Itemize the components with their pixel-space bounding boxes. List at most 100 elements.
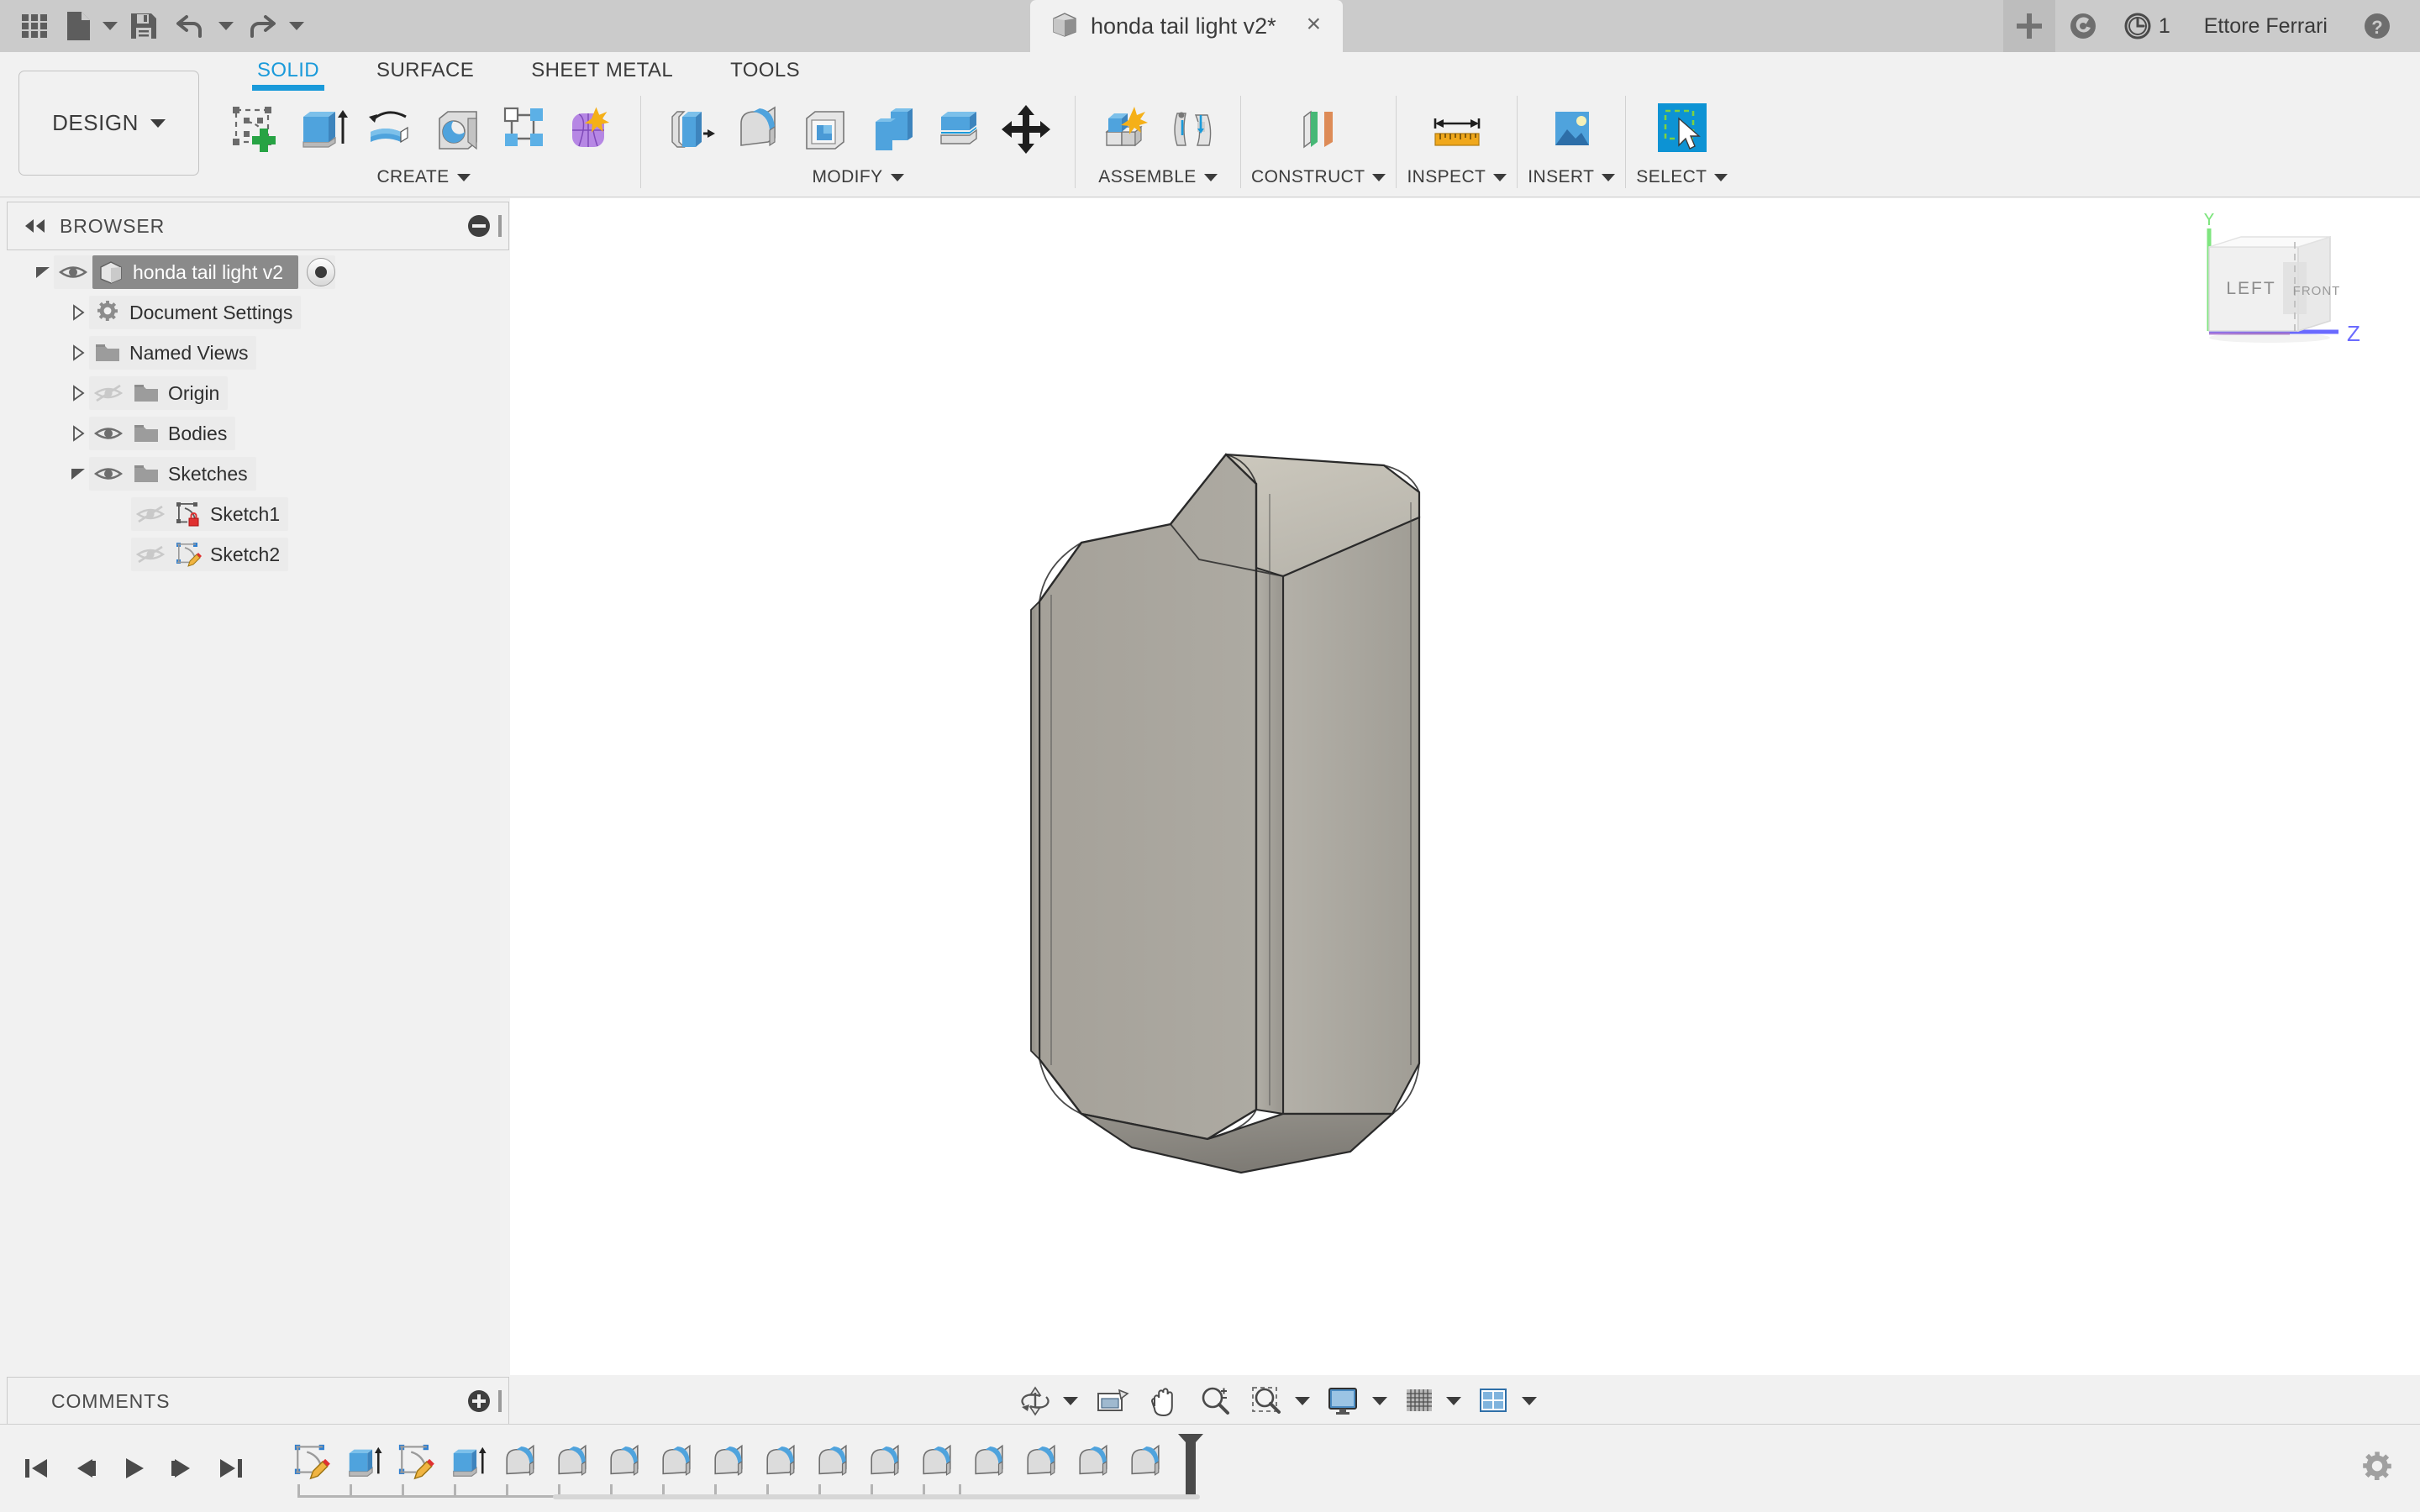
timeline-extrude-icon[interactable] (338, 1432, 390, 1491)
split-face-icon[interactable] (927, 96, 991, 163)
move-copy-icon[interactable] (994, 96, 1058, 163)
panel-modify-label[interactable]: MODIFY (812, 167, 904, 187)
tree-node-named-views[interactable]: Named Views (7, 333, 509, 373)
comments-panel-header[interactable]: COMMENTS (7, 1377, 509, 1425)
undo-icon[interactable] (166, 2, 215, 50)
model-3d[interactable] (510, 198, 2420, 1375)
revolve-icon[interactable] (358, 96, 422, 163)
zoom-icon[interactable] (1189, 1375, 1241, 1427)
tab-tools[interactable]: TOOLS (702, 52, 829, 94)
step-forward-icon[interactable] (158, 1441, 207, 1496)
timeline-fillet-icon[interactable] (702, 1432, 755, 1491)
timeline-extrude-icon[interactable] (442, 1432, 494, 1491)
save-icon[interactable] (121, 2, 166, 50)
expand-toggle-named-views[interactable] (67, 344, 89, 361)
extensions-icon[interactable] (2055, 0, 2111, 52)
tab-sheet-metal[interactable]: SHEET METAL (502, 52, 702, 94)
panel-insert-label[interactable]: INSERT (1528, 167, 1616, 187)
new-file-dropdown-icon[interactable] (99, 2, 121, 50)
orbit-icon[interactable] (1009, 1375, 1061, 1427)
measure-icon[interactable] (1422, 96, 1492, 163)
root-component-chip[interactable]: honda tail light v2 (92, 255, 299, 289)
timeline-fillet-icon[interactable] (650, 1432, 702, 1491)
panel-inspect-label[interactable]: INSPECT (1407, 167, 1507, 187)
viewport-canvas[interactable]: Y Z LEFT FRONT (510, 198, 2420, 1375)
panel-resize-grip[interactable] (498, 215, 502, 237)
expand-toggle-sketches[interactable] (67, 467, 89, 480)
timeline-sketch-icon[interactable] (286, 1432, 338, 1491)
combine-icon[interactable] (860, 96, 923, 163)
workspace-selector[interactable]: DESIGN (18, 71, 199, 176)
go-to-beginning-icon[interactable] (12, 1441, 60, 1496)
app-grid-icon[interactable] (12, 2, 57, 50)
viewports-icon[interactable] (1468, 1375, 1520, 1427)
orbit-dropdown-icon[interactable] (1061, 1397, 1085, 1405)
grid-dropdown-icon[interactable] (1444, 1397, 1468, 1405)
visibility-toggle-sketch2[interactable] (131, 544, 170, 564)
tree-node-origin[interactable]: Origin (7, 373, 509, 413)
display-settings-icon[interactable] (1317, 1375, 1370, 1427)
shell-icon[interactable] (792, 96, 856, 163)
timeline-fillet-icon[interactable] (1015, 1432, 1067, 1491)
create-sketch-icon[interactable] (224, 96, 287, 163)
activate-component-radio[interactable] (307, 258, 336, 286)
go-to-end-icon[interactable] (207, 1441, 255, 1496)
panel-create-label[interactable]: CREATE (376, 167, 471, 187)
tab-solid[interactable]: SOLID (229, 52, 348, 94)
collapse-left-icon[interactable] (8, 218, 60, 234)
rectangular-pattern-icon[interactable] (492, 96, 556, 163)
tree-node-document-settings[interactable]: Document Settings (7, 292, 509, 333)
help-icon[interactable]: ? (2349, 0, 2405, 52)
timeline-fillet-icon[interactable] (963, 1432, 1015, 1491)
new-file-icon[interactable] (57, 2, 99, 50)
timeline-fillet-icon[interactable] (494, 1432, 546, 1491)
visibility-toggle-root[interactable] (54, 263, 92, 281)
press-pull-icon[interactable] (658, 96, 722, 163)
viewports-dropdown-icon[interactable] (1520, 1397, 1544, 1405)
new-tab-button[interactable] (2002, 0, 2055, 52)
timeline-settings-button[interactable] (2360, 1451, 2420, 1486)
insert-image-icon[interactable] (1536, 96, 1607, 163)
document-tab[interactable]: honda tail light v2* × (1030, 0, 1344, 52)
tree-node-sketch1[interactable]: Sketch1 (7, 494, 509, 534)
visibility-toggle-bodies[interactable] (89, 424, 128, 443)
zoom-window-icon[interactable] (1241, 1375, 1293, 1427)
hole-icon[interactable] (425, 96, 489, 163)
minimize-icon[interactable] (468, 215, 490, 237)
tree-node-bodies[interactable]: Bodies (7, 413, 509, 454)
user-account-button[interactable]: Ettore Ferrari (2182, 14, 2349, 39)
visibility-toggle-origin[interactable] (89, 383, 128, 403)
new-component-icon[interactable] (1092, 96, 1156, 163)
offset-plane-icon[interactable] (1283, 96, 1354, 163)
display-dropdown-icon[interactable] (1370, 1397, 1394, 1405)
expand-toggle-document-settings[interactable] (67, 304, 89, 321)
fillet-icon[interactable] (725, 96, 789, 163)
undo-dropdown-icon[interactable] (215, 2, 237, 50)
panel-select-label[interactable]: SELECT (1636, 167, 1728, 187)
timeline-scrollbar[interactable] (553, 1494, 1200, 1499)
visibility-toggle-sketches[interactable] (89, 465, 128, 483)
expand-toggle-origin[interactable] (67, 385, 89, 402)
timeline-fillet-icon[interactable] (1067, 1432, 1119, 1491)
select-icon[interactable] (1647, 96, 1718, 163)
extrude-icon[interactable] (291, 96, 355, 163)
redo-icon[interactable] (237, 2, 286, 50)
panel-assemble-label[interactable]: ASSEMBLE (1098, 167, 1218, 187)
expand-toggle-root[interactable] (32, 265, 54, 279)
visibility-toggle-sketch1[interactable] (131, 504, 170, 524)
job-status-button[interactable]: 1 (2111, 0, 2182, 52)
play-icon[interactable] (109, 1441, 158, 1496)
tree-node-root[interactable]: honda tail light v2 (7, 252, 509, 292)
form-icon[interactable] (560, 96, 623, 163)
view-cube[interactable]: Y Z LEFT FRONT (2189, 208, 2382, 373)
add-comment-icon[interactable] (468, 1390, 490, 1412)
tree-node-sketch2[interactable]: Sketch2 (7, 534, 509, 575)
close-icon[interactable]: × (1288, 12, 1325, 40)
redo-dropdown-icon[interactable] (286, 2, 308, 50)
timeline-fillet-icon[interactable] (598, 1432, 650, 1491)
timeline-fillet-icon[interactable] (859, 1432, 911, 1491)
expand-toggle-bodies[interactable] (67, 425, 89, 442)
pan-icon[interactable] (1139, 1375, 1189, 1427)
joint-icon[interactable] (1160, 96, 1223, 163)
timeline-sketch-icon[interactable] (390, 1432, 442, 1491)
